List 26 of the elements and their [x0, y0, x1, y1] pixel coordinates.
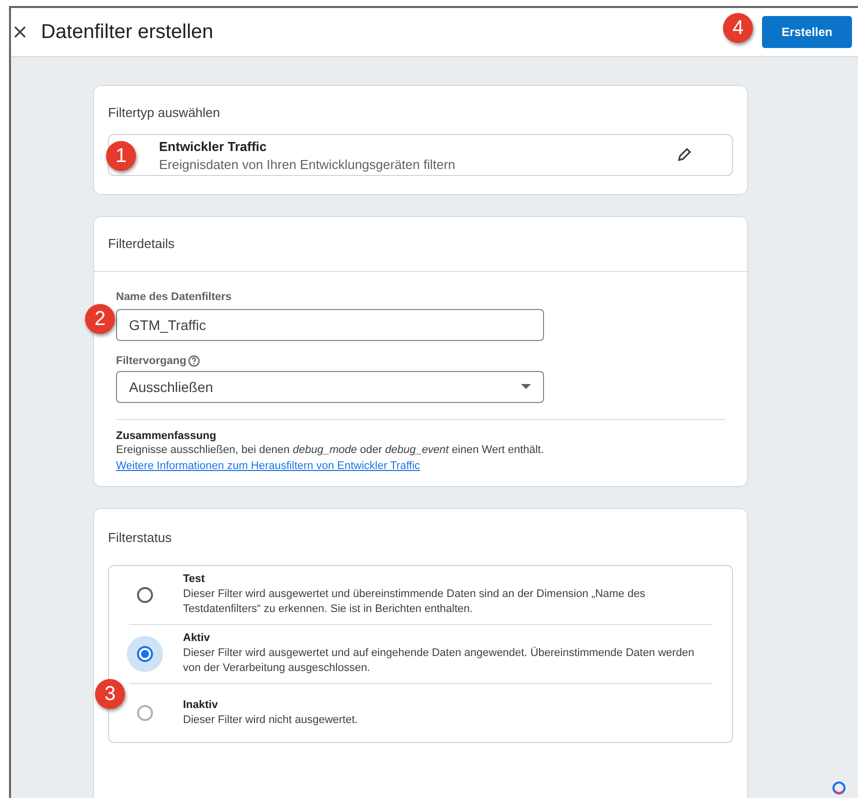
field-label: Name des Datenfilters — [116, 291, 232, 303]
section-heading: Filterstatus — [108, 530, 172, 545]
summary-heading: Zusammenfassung — [116, 430, 218, 442]
caret-icon — [521, 384, 531, 390]
close-icon[interactable] — [13, 25, 27, 39]
section-heading: Filtertyp auswählen — [108, 105, 220, 120]
operation-dropdown[interactable]: Ausschließen — [116, 371, 544, 403]
option-label: Aktiv — [183, 632, 211, 644]
create-button[interactable]: Erstellen — [762, 16, 852, 48]
option-label: Test — [183, 573, 206, 585]
page-title: Datenfilter erstellen — [41, 20, 214, 44]
name-input-field[interactable]: GTM_Traffic — [116, 309, 544, 341]
pencil-icon[interactable] — [676, 147, 692, 163]
filter-type-description: Ereignisdaten von Ihren Entwicklungsgeräten filtern — [159, 156, 456, 172]
field-label: Filtervorgang — [116, 355, 186, 367]
logo-icon — [832, 781, 846, 795]
section-heading: Filterdetails — [108, 236, 174, 251]
option-label: Inaktiv — [183, 698, 219, 710]
help-icon[interactable] — [188, 355, 200, 367]
option-description: Dieser Filter wird ausgewertet und übereinstimmende Daten sind an der Dimension „Name des Testdatenfilters“ zu erkennen. Sie ist in Berichten enthalten. — [183, 587, 646, 617]
filter-type-name: Entwickler Traffic — [159, 138, 268, 154]
option-description: Dieser Filter wird ausgewertet und auf eingehende Daten angewendet. Übereinstimmende Daten werden von der Verarbeitung ausgeschlossen. — [183, 646, 696, 676]
radio-button[interactable] — [137, 587, 153, 603]
summary-text: Ereignisse ausschließen, bei denen debug_mode oder debug_event einen Wert enthält. Weitere Informationen zum Herausfiltern von Entwickler Traffic — [116, 443, 545, 474]
more-info-link[interactable]: Weitere Informationen zum Herausfiltern von Entwickler Traffic — [116, 460, 420, 472]
option-description: Dieser Filter wird nicht ausgewertet. — [183, 712, 358, 728]
